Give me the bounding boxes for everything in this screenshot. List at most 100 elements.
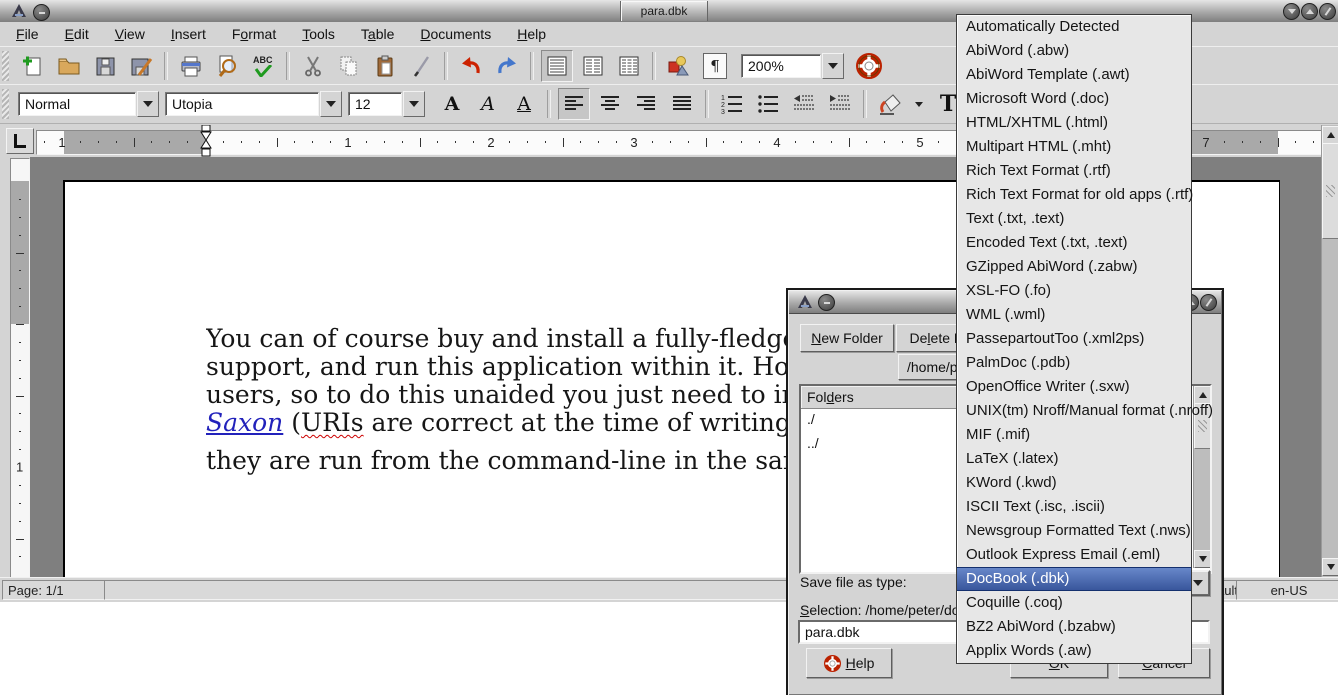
- scroll-up-button[interactable]: [1322, 126, 1338, 144]
- format-option-18[interactable]: MIF (.mif): [957, 423, 1191, 447]
- view-two-columns-button[interactable]: [577, 50, 609, 82]
- dialog-close-button[interactable]: [1200, 294, 1217, 311]
- help-button[interactable]: [853, 50, 885, 82]
- bullet-list-button[interactable]: [752, 88, 784, 120]
- redo-button[interactable]: [491, 50, 523, 82]
- open-file-button[interactable]: [53, 50, 85, 82]
- bold-button[interactable]: A: [436, 88, 468, 120]
- italic-button[interactable]: A: [472, 88, 504, 120]
- arrow-down-icon: [1327, 564, 1335, 570]
- toolbar-drag-handle[interactable]: [2, 51, 9, 81]
- zoom-input[interactable]: 200%: [741, 54, 821, 78]
- menu-tools[interactable]: Tools: [292, 23, 345, 45]
- style-input[interactable]: Normal: [18, 92, 136, 116]
- decrease-indent-button[interactable]: [788, 88, 820, 120]
- format-option-12[interactable]: XSL-FO (.fo): [957, 279, 1191, 303]
- align-right-button[interactable]: [630, 88, 662, 120]
- format-option-23[interactable]: Outlook Express Email (.eml): [957, 543, 1191, 567]
- tab-type-selector[interactable]: [6, 128, 34, 154]
- insert-image-button[interactable]: [663, 50, 695, 82]
- align-justify-button[interactable]: [666, 88, 698, 120]
- ruler-tick: [223, 141, 224, 143]
- scrollbar-thumb[interactable]: [1322, 143, 1338, 239]
- increase-indent-button[interactable]: [824, 88, 856, 120]
- style-dropdown-button[interactable]: [137, 91, 159, 117]
- highlight-color-button[interactable]: [874, 88, 906, 120]
- one-column-view-icon: [545, 54, 569, 78]
- font-dropdown-button[interactable]: [320, 91, 342, 117]
- maximize-button[interactable]: [1301, 3, 1318, 20]
- format-option-3[interactable]: AbiWord Template (.awt): [957, 63, 1191, 87]
- vertical-scrollbar[interactable]: [1321, 125, 1338, 577]
- zoom-dropdown-button[interactable]: [822, 53, 844, 79]
- menu-insert[interactable]: Insert: [161, 23, 216, 45]
- format-option-8[interactable]: Rich Text Format for old apps (.rtf): [957, 183, 1191, 207]
- print-preview-button[interactable]: [211, 50, 243, 82]
- hyperlink[interactable]: Saxon: [206, 408, 283, 437]
- size-dropdown-button[interactable]: [403, 91, 425, 117]
- save-button[interactable]: [89, 50, 121, 82]
- view-normal-button[interactable]: [541, 50, 573, 82]
- scroll-down-button[interactable]: [1322, 558, 1338, 576]
- save-as-button[interactable]: [125, 50, 157, 82]
- format-option-25[interactable]: Coquille (.coq): [957, 591, 1191, 615]
- format-option-21[interactable]: ISCII Text (.isc, .iscii): [957, 495, 1191, 519]
- window-menu-button[interactable]: [33, 4, 50, 21]
- highlight-color-dropdown[interactable]: [910, 88, 928, 120]
- menu-table[interactable]: Table: [351, 23, 404, 45]
- menu-help[interactable]: Help: [507, 23, 556, 45]
- vertical-ruler[interactable]: 1: [10, 158, 30, 578]
- format-option-5[interactable]: HTML/XHTML (.html): [957, 111, 1191, 135]
- format-option-2[interactable]: AbiWord (.abw): [957, 39, 1191, 63]
- paste-button[interactable]: [369, 50, 401, 82]
- format-option-4[interactable]: Microsoft Word (.doc): [957, 87, 1191, 111]
- menu-file[interactable]: File: [6, 23, 49, 45]
- show-paragraphs-button[interactable]: ¶: [699, 50, 731, 82]
- font-input[interactable]: Utopia: [165, 92, 319, 116]
- scroll-down-button[interactable]: [1194, 550, 1212, 568]
- indent-markers[interactable]: [199, 125, 213, 157]
- new-folder-button[interactable]: New Folder: [800, 324, 894, 352]
- print-button[interactable]: [175, 50, 207, 82]
- stylus-button[interactable]: [405, 50, 437, 82]
- abiword-app-icon: [10, 3, 28, 19]
- undo-button[interactable]: [455, 50, 487, 82]
- format-option-7[interactable]: Rich Text Format (.rtf): [957, 159, 1191, 183]
- print-icon: [179, 54, 203, 78]
- format-option-16[interactable]: OpenOffice Writer (.sxw): [957, 375, 1191, 399]
- align-left-button[interactable]: [558, 88, 590, 120]
- close-button[interactable]: [1319, 3, 1336, 20]
- size-input[interactable]: 12: [348, 92, 402, 116]
- new-document-button[interactable]: [17, 50, 49, 82]
- format-option-26[interactable]: BZ2 AbiWord (.bzabw): [957, 615, 1191, 639]
- align-center-button[interactable]: [594, 88, 626, 120]
- format-option-9[interactable]: Text (.txt, .text): [957, 207, 1191, 231]
- format-option-1[interactable]: Automatically Detected: [957, 15, 1191, 39]
- menu-format[interactable]: Format: [222, 23, 286, 45]
- format-option-10[interactable]: Encoded Text (.txt, .text): [957, 231, 1191, 255]
- format-option-20[interactable]: KWord (.kwd): [957, 471, 1191, 495]
- spell-check-button[interactable]: ABC: [247, 50, 279, 82]
- cut-button[interactable]: [297, 50, 329, 82]
- menu-documents[interactable]: Documents: [410, 23, 501, 45]
- menu-edit[interactable]: Edit: [55, 23, 99, 45]
- dialog-window-menu-button[interactable]: [818, 294, 835, 311]
- underline-button[interactable]: A: [508, 88, 540, 120]
- format-option-14[interactable]: PassepartoutToo (.xml2ps): [957, 327, 1191, 351]
- format-option-15[interactable]: PalmDoc (.pdb): [957, 351, 1191, 375]
- format-option-6[interactable]: Multipart HTML (.mht): [957, 135, 1191, 159]
- format-option-22[interactable]: Newsgroup Formatted Text (.nws): [957, 519, 1191, 543]
- format-option-24[interactable]: DocBook (.dbk): [957, 567, 1191, 591]
- format-option-19[interactable]: LaTeX (.latex): [957, 447, 1191, 471]
- toolbar-drag-handle[interactable]: [2, 89, 9, 119]
- copy-button[interactable]: [333, 50, 365, 82]
- format-option-13[interactable]: WML (.wml): [957, 303, 1191, 327]
- dialog-help-button[interactable]: Help: [806, 648, 892, 678]
- format-option-27[interactable]: Applix Words (.aw): [957, 639, 1191, 663]
- view-three-columns-button[interactable]: [613, 50, 645, 82]
- menu-view[interactable]: View: [105, 23, 155, 45]
- format-option-11[interactable]: GZipped AbiWord (.zabw): [957, 255, 1191, 279]
- numbered-list-button[interactable]: 123: [716, 88, 748, 120]
- format-option-17[interactable]: UNIX(tm) Nroff/Manual format (.nroff): [957, 399, 1191, 423]
- minimize-button[interactable]: [1283, 3, 1300, 20]
